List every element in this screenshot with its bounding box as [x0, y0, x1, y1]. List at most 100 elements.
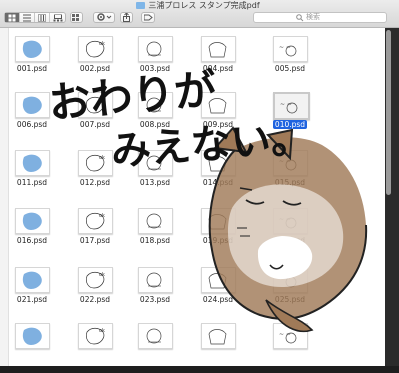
file-item[interactable]: ok 002.psd: [65, 36, 125, 86]
file-item[interactable]: 003.psd: [125, 36, 185, 86]
file-name-text: 003.psd: [139, 64, 171, 73]
sketch-preview-icon: [208, 42, 227, 58]
file-thumbnail[interactable]: [15, 92, 50, 118]
group-button[interactable]: [70, 12, 83, 23]
file-name-text: 018.psd: [139, 236, 171, 245]
file-thumbnail[interactable]: ~ ~: [273, 323, 308, 349]
file-item[interactable]: ok 007.psd: [65, 92, 125, 142]
file-thumbnail[interactable]: [201, 150, 236, 176]
search-icon: [296, 14, 304, 22]
sketch-preview-icon: [146, 155, 162, 171]
file-name-text: 020.psd: [274, 236, 306, 245]
vertical-scrollbar[interactable]: [386, 30, 391, 195]
file-name-text: 009.psd: [202, 120, 234, 129]
file-name-label: 014.psd: [188, 178, 248, 188]
file-name-label: 015.psd: [260, 178, 320, 188]
file-item[interactable]: 006.psd: [2, 92, 62, 142]
sketch-preview-icon: ok: [86, 271, 105, 289]
file-item[interactable]: 023.psd: [125, 267, 185, 317]
file-name-label: 025.psd: [260, 295, 320, 305]
file-name-label: 003.psd: [125, 64, 185, 74]
file-name-label: 004.psd: [188, 64, 248, 74]
file-item[interactable]: 019.psd: [188, 208, 248, 258]
file-thumbnail[interactable]: [201, 36, 236, 62]
file-item[interactable]: 001.psd: [2, 36, 62, 86]
file-name-label: 002.psd: [65, 64, 125, 74]
file-name-text: 016.psd: [16, 236, 48, 245]
file-item[interactable]: 021.psd: [2, 267, 62, 317]
file-item[interactable]: ok 022.psd: [65, 267, 125, 317]
file-thumbnail[interactable]: [138, 323, 173, 349]
file-item[interactable]: 018.psd: [125, 208, 185, 258]
file-name-text: 001.psd: [16, 64, 48, 73]
list-view-button[interactable]: [20, 13, 35, 22]
file-thumbnail[interactable]: ~ ~: [273, 267, 308, 293]
svg-text:ok: ok: [99, 272, 105, 278]
file-thumbnail[interactable]: ~ ~: [273, 92, 310, 120]
file-item[interactable]: 011.psd: [2, 150, 62, 200]
file-thumbnail[interactable]: [201, 323, 236, 349]
file-thumbnail[interactable]: ok: [78, 150, 113, 176]
file-thumbnail[interactable]: ok: [78, 92, 113, 118]
sketch-preview-icon: [208, 273, 227, 289]
file-thumbnail[interactable]: [138, 150, 173, 176]
file-item[interactable]: ok 012.psd: [65, 150, 125, 200]
sketch-preview-icon: [22, 96, 42, 114]
action-menu-button[interactable]: [93, 12, 115, 23]
file-thumbnail[interactable]: [138, 92, 173, 118]
file-item[interactable]: 008.psd: [125, 92, 185, 142]
sketch-preview-icon: [208, 98, 227, 114]
file-thumbnail[interactable]: [138, 267, 173, 293]
file-thumbnail[interactable]: ok: [78, 323, 113, 349]
file-name-text: 025.psd: [274, 295, 306, 304]
file-name-text: 024.psd: [202, 295, 234, 304]
file-thumbnail[interactable]: [138, 36, 173, 62]
file-item[interactable]: 013.psd: [125, 150, 185, 200]
sketch-preview-icon: ~ ~: [279, 275, 297, 288]
file-thumbnail[interactable]: [201, 267, 236, 293]
file-item[interactable]: ~ ~ 025.psd: [260, 267, 320, 317]
file-item[interactable]: 014.psd: [188, 150, 248, 200]
file-thumbnail[interactable]: [201, 92, 236, 118]
file-thumbnail[interactable]: ~ ~: [273, 36, 308, 62]
file-thumbnail[interactable]: [15, 150, 50, 176]
file-name-label: 018.psd: [125, 236, 185, 246]
gear-icon: [97, 13, 112, 21]
gallery-view-button[interactable]: [50, 13, 65, 22]
file-item[interactable]: ~ ~ 020.psd: [260, 208, 320, 258]
file-name-text: 015.psd: [274, 178, 306, 187]
icon-view-button[interactable]: [5, 13, 20, 22]
svg-text:~ ~: ~ ~: [279, 158, 291, 165]
file-item[interactable]: ~ ~ 010.psd: [260, 92, 320, 142]
file-thumbnail[interactable]: ok: [78, 208, 113, 234]
search-field[interactable]: 検索: [253, 12, 387, 23]
file-item[interactable]: 009.psd: [188, 92, 248, 142]
sketch-preview-icon: ok: [86, 40, 105, 58]
file-item[interactable]: 024.psd: [188, 267, 248, 317]
file-thumbnail[interactable]: ok: [78, 36, 113, 62]
file-item[interactable]: 004.psd: [188, 36, 248, 86]
file-thumbnail[interactable]: ~ ~: [273, 208, 308, 234]
file-thumbnail[interactable]: [15, 36, 50, 62]
sketch-preview-icon: [146, 328, 162, 344]
file-item[interactable]: 016.psd: [2, 208, 62, 258]
sketch-preview-icon: [208, 156, 227, 172]
file-thumbnail[interactable]: [201, 208, 236, 234]
column-view-button[interactable]: [35, 13, 50, 22]
file-name-text: 014.psd: [202, 178, 234, 187]
file-name-label: 013.psd: [125, 178, 185, 188]
tags-button[interactable]: [141, 12, 155, 23]
view-mode-control: [4, 12, 66, 23]
file-item[interactable]: ~ ~ 005.psd: [260, 36, 320, 86]
window-title-text: 三浦プロレス スタンプ完成pdf: [148, 1, 260, 10]
file-thumbnail[interactable]: [15, 323, 50, 349]
file-thumbnail[interactable]: ~ ~: [273, 150, 308, 176]
file-item[interactable]: ~ ~ 015.psd: [260, 150, 320, 200]
file-thumbnail[interactable]: ok: [78, 267, 113, 293]
file-item[interactable]: ok 017.psd: [65, 208, 125, 258]
file-thumbnail[interactable]: [15, 208, 50, 234]
file-thumbnail[interactable]: [15, 267, 50, 293]
file-thumbnail[interactable]: [138, 208, 173, 234]
svg-text:ok: ok: [99, 155, 105, 161]
share-button[interactable]: [120, 12, 133, 23]
